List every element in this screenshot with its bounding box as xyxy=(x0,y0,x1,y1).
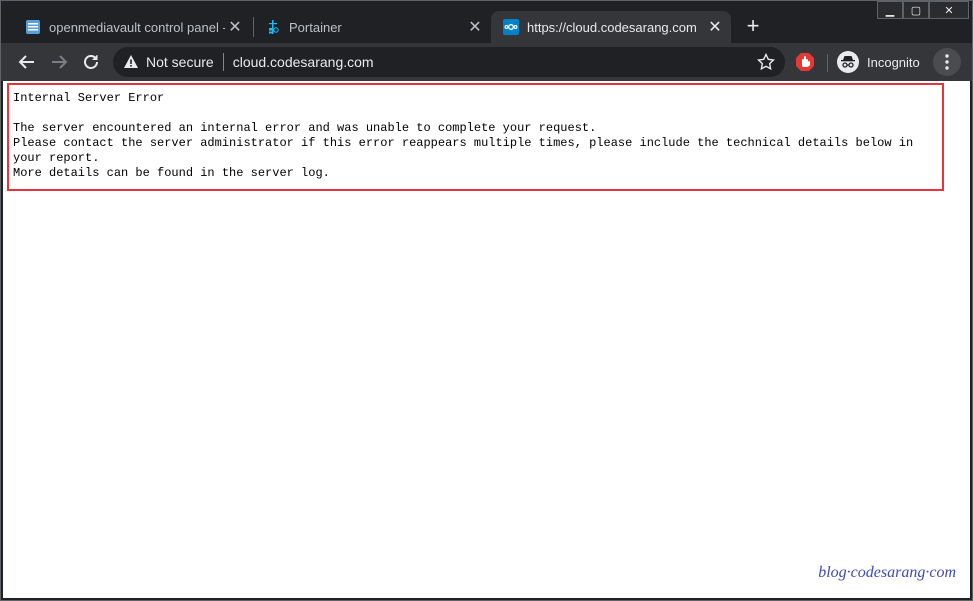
forward-button[interactable] xyxy=(45,48,73,76)
close-tab-icon[interactable]: ✕ xyxy=(705,17,725,37)
watermark: blog·codesarang·com xyxy=(818,564,956,581)
close-tab-icon[interactable]: ✕ xyxy=(465,17,485,37)
browser-menu-button[interactable] xyxy=(933,48,961,76)
portainer-icon xyxy=(269,20,279,34)
url-text[interactable]: cloud.codesarang.com xyxy=(233,54,374,70)
bookmark-star-icon[interactable] xyxy=(757,53,775,71)
reload-icon xyxy=(84,55,98,69)
address-bar[interactable]: Not secure cloud.codesarang.com xyxy=(113,47,785,77)
reload-button[interactable] xyxy=(77,48,105,76)
new-tab-icon[interactable]: + xyxy=(741,15,765,39)
more-vertical-icon xyxy=(945,54,949,70)
tab-openmediavault[interactable]: openmediavault control panel - o ✕ xyxy=(13,11,251,43)
tab-title: Portainer xyxy=(289,19,342,35)
incognito-icon xyxy=(837,51,859,73)
openmediavault-icon xyxy=(26,20,40,34)
tab-portainer[interactable]: Portainer ✕ xyxy=(253,11,491,43)
nextcloud-icon xyxy=(503,19,519,35)
browser-window: openmediavault control panel - o ✕ Porta… xyxy=(0,0,973,601)
toolbar: Not secure cloud.codesarang.com Incognit… xyxy=(1,43,972,81)
back-button[interactable] xyxy=(13,48,41,76)
tab-title: https://cloud.codesarang.com xyxy=(527,19,697,35)
window-controls: ▁ ▢ ✕ xyxy=(877,1,969,19)
incognito-label: Incognito xyxy=(867,54,920,70)
security-status[interactable]: Not secure xyxy=(146,54,214,70)
page-content: Internal Server Error The server encount… xyxy=(3,81,970,598)
error-message: Internal Server Error The server encount… xyxy=(13,91,948,181)
arrow-right-icon xyxy=(52,55,68,69)
error-heading: Internal Server Error xyxy=(13,91,165,105)
omnibox-divider xyxy=(222,53,224,71)
error-description: The server encountered an internal error… xyxy=(13,121,914,180)
toolbar-divider xyxy=(827,54,828,72)
arrow-left-icon xyxy=(18,55,34,69)
warning-icon[interactable] xyxy=(123,54,139,70)
tab-strip: openmediavault control panel - o ✕ Porta… xyxy=(1,1,972,43)
incognito-profile-button[interactable]: Incognito xyxy=(837,48,920,76)
close-window-icon[interactable]: ✕ xyxy=(929,1,969,19)
minimize-icon[interactable]: ▁ xyxy=(877,1,903,19)
tab-title: openmediavault control panel - o xyxy=(49,19,225,35)
tab-nextcloud[interactable]: https://cloud.codesarang.com ✕ xyxy=(491,11,731,43)
close-tab-icon[interactable]: ✕ xyxy=(225,17,245,37)
maximize-icon[interactable]: ▢ xyxy=(903,1,929,19)
adblock-extension-icon[interactable] xyxy=(795,52,815,72)
